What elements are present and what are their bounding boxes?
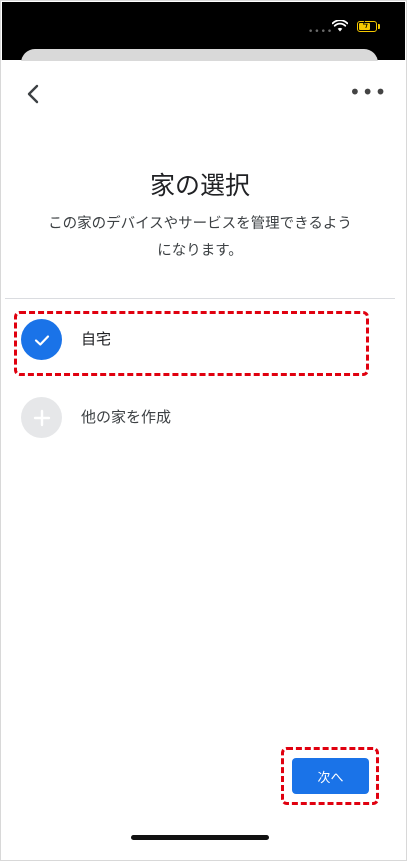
more-horizontal-icon: ••• xyxy=(349,80,388,104)
page-title: 家の選択 xyxy=(149,171,250,200)
check-icon xyxy=(34,334,49,346)
add-indicator xyxy=(21,397,62,438)
wifi-icon xyxy=(332,20,348,32)
more-options-button[interactable]: ••• xyxy=(349,77,386,107)
create-home-option[interactable]: 他の家を作成 xyxy=(5,391,395,447)
plus-icon xyxy=(33,409,50,426)
back-button[interactable] xyxy=(19,79,49,109)
home-option-label: 自宅 xyxy=(81,330,112,348)
next-button[interactable]: 次へ xyxy=(292,758,369,794)
divider xyxy=(5,298,395,299)
bolt-icon: ϟ xyxy=(362,20,369,31)
home-selection-sheet: ••• 家の選択 この家のデバイスやサービスを管理できるよう になります。 自宅… xyxy=(5,61,395,856)
home-option-selected[interactable]: 自宅 xyxy=(5,313,395,369)
phone-frame: •••• ϟ ••• 家の選択 この家のデバイスやサービスを管理できるよう にな… xyxy=(0,0,407,861)
subtitle-line-2: になります。 xyxy=(157,243,243,259)
subtitle-line-1: この家のデバイスやサービスを管理できるよう xyxy=(48,216,352,232)
signal-dots-icon: •••• xyxy=(308,27,334,37)
selected-indicator xyxy=(21,319,62,360)
create-home-label: 他の家を作成 xyxy=(81,408,172,426)
chevron-left-icon xyxy=(27,84,39,104)
home-indicator xyxy=(131,835,269,840)
page-subtitle: この家のデバイスやサービスを管理できるよう になります。 xyxy=(25,211,375,265)
